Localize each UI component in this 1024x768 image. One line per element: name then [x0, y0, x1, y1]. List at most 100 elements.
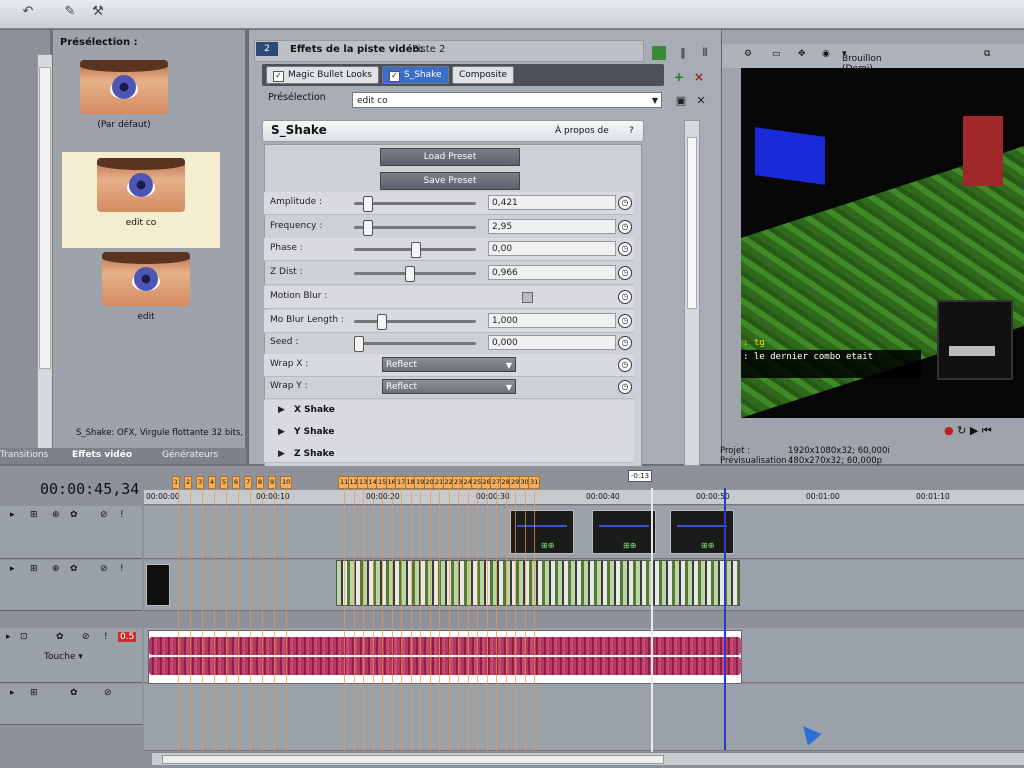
pause-icon[interactable]: ‖ [676, 46, 690, 60]
slider-knob[interactable] [363, 220, 373, 236]
tab-generators[interactable]: Générateurs [162, 450, 218, 460]
slider-knob[interactable] [377, 314, 387, 330]
mute-icon[interactable]: ⊘ [100, 564, 108, 574]
solo-icon[interactable]: ! [120, 564, 124, 574]
tool-icon[interactable]: ⚒ [88, 4, 108, 22]
chain-composite[interactable]: Composite [452, 66, 515, 84]
settings-icon[interactable]: ⚙ [744, 49, 752, 59]
split-icon[interactable]: ✥ [798, 49, 806, 59]
preset-thumb-edit[interactable]: edit [88, 252, 204, 344]
solo-icon[interactable]: ! [120, 510, 124, 520]
keyframe-icon[interactable]: ◷ [618, 266, 632, 280]
track-motion-icon[interactable]: ⊞ [30, 688, 38, 698]
overlay-icon[interactable]: ◉ [822, 49, 830, 59]
timecode[interactable]: 00:00:45,34 [40, 480, 139, 498]
end-marker-line[interactable] [724, 488, 726, 750]
remove-plugin-icon[interactable]: × [694, 70, 704, 84]
video-clip[interactable]: ⊞⊕ [510, 510, 574, 554]
quality-select[interactable]: Brouillon (Demi) ▾ [842, 49, 882, 74]
keyframe-icon[interactable]: ◷ [618, 336, 632, 350]
save-preset-button[interactable]: Save Preset [380, 172, 520, 190]
scrollbar-thumb[interactable] [162, 755, 664, 764]
param-slider[interactable] [354, 220, 476, 236]
timeline-scrollbar[interactable] [152, 752, 1024, 765]
mute-icon[interactable]: ⊘ [104, 688, 112, 698]
time-ruler[interactable]: 00:00:0000:00:1000:00:2000:00:3000:00:40… [144, 490, 1024, 505]
chain-magic-bullet[interactable]: ✓ Magic Bullet Looks [266, 66, 379, 84]
expand-icon[interactable]: ▸ [10, 510, 15, 520]
fx-icon[interactable]: ✿ [70, 564, 78, 574]
loop-icon[interactable]: ↻ [957, 424, 966, 437]
record-icon[interactable]: ● [944, 424, 954, 437]
motion-blur-checkbox[interactable] [522, 292, 533, 303]
group-x-shake[interactable]: ▶ X Shake [264, 400, 634, 423]
param-slider[interactable] [354, 336, 476, 352]
scrollbar-thumb[interactable] [39, 67, 51, 369]
keyframe-icon[interactable]: ◷ [618, 290, 632, 304]
group-z-shake[interactable]: ▶ Z Shake [264, 444, 634, 463]
expand-icon[interactable]: ▸ [10, 564, 15, 574]
keyframe-icon[interactable]: ◷ [618, 242, 632, 256]
param-slider[interactable] [354, 314, 476, 330]
expand-icon[interactable]: ▸ [10, 688, 15, 698]
preset-thumb-default[interactable]: (Par défaut) [66, 60, 182, 152]
play-start-icon[interactable]: ⏮ [982, 424, 992, 437]
chain-s-shake[interactable]: ✓ S_Shake [382, 66, 449, 84]
keyframe-icon[interactable]: ◷ [618, 220, 632, 234]
play-icon[interactable]: ▶ [970, 424, 978, 437]
mute-icon[interactable]: ⊘ [100, 510, 108, 520]
keyframe-icon[interactable]: ◷ [618, 314, 632, 328]
solo-icon[interactable]: ! [104, 632, 108, 642]
param-slider[interactable] [354, 242, 476, 258]
video-clip[interactable]: ⊞⊕ [592, 510, 656, 554]
keyframe-icon[interactable]: ◷ [618, 196, 632, 210]
brush-icon[interactable]: ✎ [60, 4, 80, 22]
wrap-x-select[interactable]: Reflect ▼ [382, 357, 516, 372]
param-value-input[interactable]: 0,000 [488, 335, 616, 350]
about-link[interactable]: À propos de [555, 126, 609, 136]
keyframe-icon[interactable]: ◷ [618, 358, 632, 372]
param-value-input[interactable]: 0,421 [488, 195, 616, 210]
preset-scrollbar[interactable] [37, 54, 53, 450]
track-motion-icon[interactable]: ⊞ [30, 510, 38, 520]
scrollbar-thumb[interactable] [687, 137, 697, 309]
slider-knob[interactable] [363, 196, 373, 212]
audio-mode-select[interactable]: Touche ▾ [44, 652, 83, 662]
preset-select[interactable]: edit co ▼ [352, 92, 662, 108]
monitor-icon[interactable]: ▭ [772, 49, 781, 59]
composite-icon[interactable]: ⊕ [52, 564, 60, 574]
columns-icon[interactable]: ⫴ [698, 46, 712, 60]
track-motion-icon[interactable]: ⊞ [30, 564, 38, 574]
video-clip-long[interactable] [336, 560, 740, 606]
mute-icon[interactable]: ⊘ [82, 632, 90, 642]
param-value-input[interactable]: 0,00 [488, 241, 616, 256]
param-value-input[interactable]: 0,966 [488, 265, 616, 280]
wrap-y-select[interactable]: Reflect ▼ [382, 379, 516, 394]
keyframe-icon[interactable]: ◷ [618, 380, 632, 394]
help-link[interactable]: ? [629, 126, 634, 136]
preset-thumb-edit-co[interactable]: edit co [62, 152, 220, 248]
fx-icon[interactable]: ✿ [70, 510, 78, 520]
copy-frame-icon[interactable]: ⧉ [984, 49, 990, 59]
param-value-input[interactable]: 2,95 [488, 219, 616, 234]
fx-icon[interactable]: ✿ [70, 688, 78, 698]
save-icon[interactable]: ▣ [674, 94, 688, 108]
slider-knob[interactable] [354, 336, 364, 352]
param-slider[interactable] [354, 266, 476, 282]
fx-icon[interactable]: ✿ [56, 632, 64, 642]
params-scrollbar[interactable] [684, 120, 700, 466]
undo-icon[interactable]: ↶ [18, 4, 38, 22]
tab-video-effects[interactable]: Effets vidéo [72, 450, 132, 460]
playhead[interactable] [651, 488, 653, 756]
delete-icon[interactable]: ✕ [694, 94, 708, 108]
grid-icon[interactable] [652, 46, 666, 60]
slider-knob[interactable] [405, 266, 415, 282]
group-y-shake[interactable]: ▶ Y Shake [264, 422, 634, 445]
tab-transitions[interactable]: Transitions [0, 450, 48, 460]
video-clip-small[interactable] [146, 564, 170, 606]
param-slider[interactable] [354, 196, 476, 212]
load-preset-button[interactable]: Load Preset [380, 148, 520, 166]
expand-icon[interactable]: ▸ [6, 632, 11, 642]
slider-knob[interactable] [411, 242, 421, 258]
param-value-input[interactable]: 1,000 [488, 313, 616, 328]
